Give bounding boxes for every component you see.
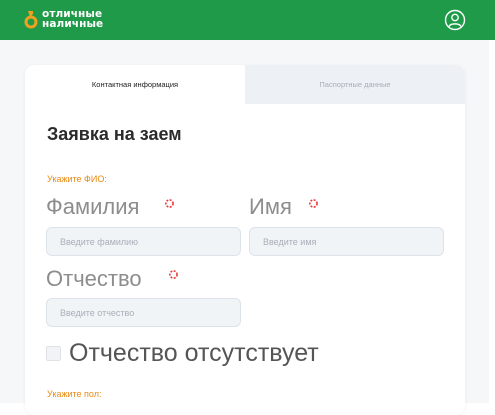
required-asterisk-icon bbox=[165, 199, 174, 208]
user-circle-icon[interactable] bbox=[444, 9, 466, 31]
application-form-card: Контактная информация Паспортные данные … bbox=[25, 65, 465, 415]
form-title: Заявка на заем bbox=[47, 124, 182, 144]
lastname-label: Фамилия bbox=[46, 194, 140, 219]
tab-passport-data[interactable]: Паспортные данные bbox=[245, 65, 465, 104]
no-patronymic-option[interactable]: Отчество отсутствует bbox=[46, 339, 319, 368]
page-edge bbox=[489, 40, 495, 403]
fio-section-label: Укажите ФИО: bbox=[47, 174, 107, 184]
required-asterisk-icon bbox=[309, 199, 318, 208]
tab-contact-info[interactable]: Контактная информация bbox=[25, 65, 245, 104]
firstname-input[interactable] bbox=[249, 227, 444, 256]
no-patronymic-label[interactable]: Отчество отсутствует bbox=[69, 339, 319, 368]
logo-line-2: наличные bbox=[42, 18, 104, 30]
logo-text: отличные наличные bbox=[42, 9, 104, 30]
logo-mark-icon bbox=[24, 11, 38, 29]
app-header: отличные наличные bbox=[0, 0, 495, 40]
no-patronymic-checkbox[interactable] bbox=[46, 346, 61, 361]
required-asterisk-icon bbox=[169, 270, 178, 279]
gender-section-label: Укажите пол: bbox=[47, 389, 102, 399]
patronymic-label: Отчество bbox=[46, 266, 142, 291]
patronymic-input[interactable] bbox=[46, 298, 241, 327]
firstname-label: Имя bbox=[249, 194, 292, 219]
brand-logo[interactable]: отличные наличные bbox=[24, 9, 103, 29]
lastname-input[interactable] bbox=[46, 227, 241, 256]
